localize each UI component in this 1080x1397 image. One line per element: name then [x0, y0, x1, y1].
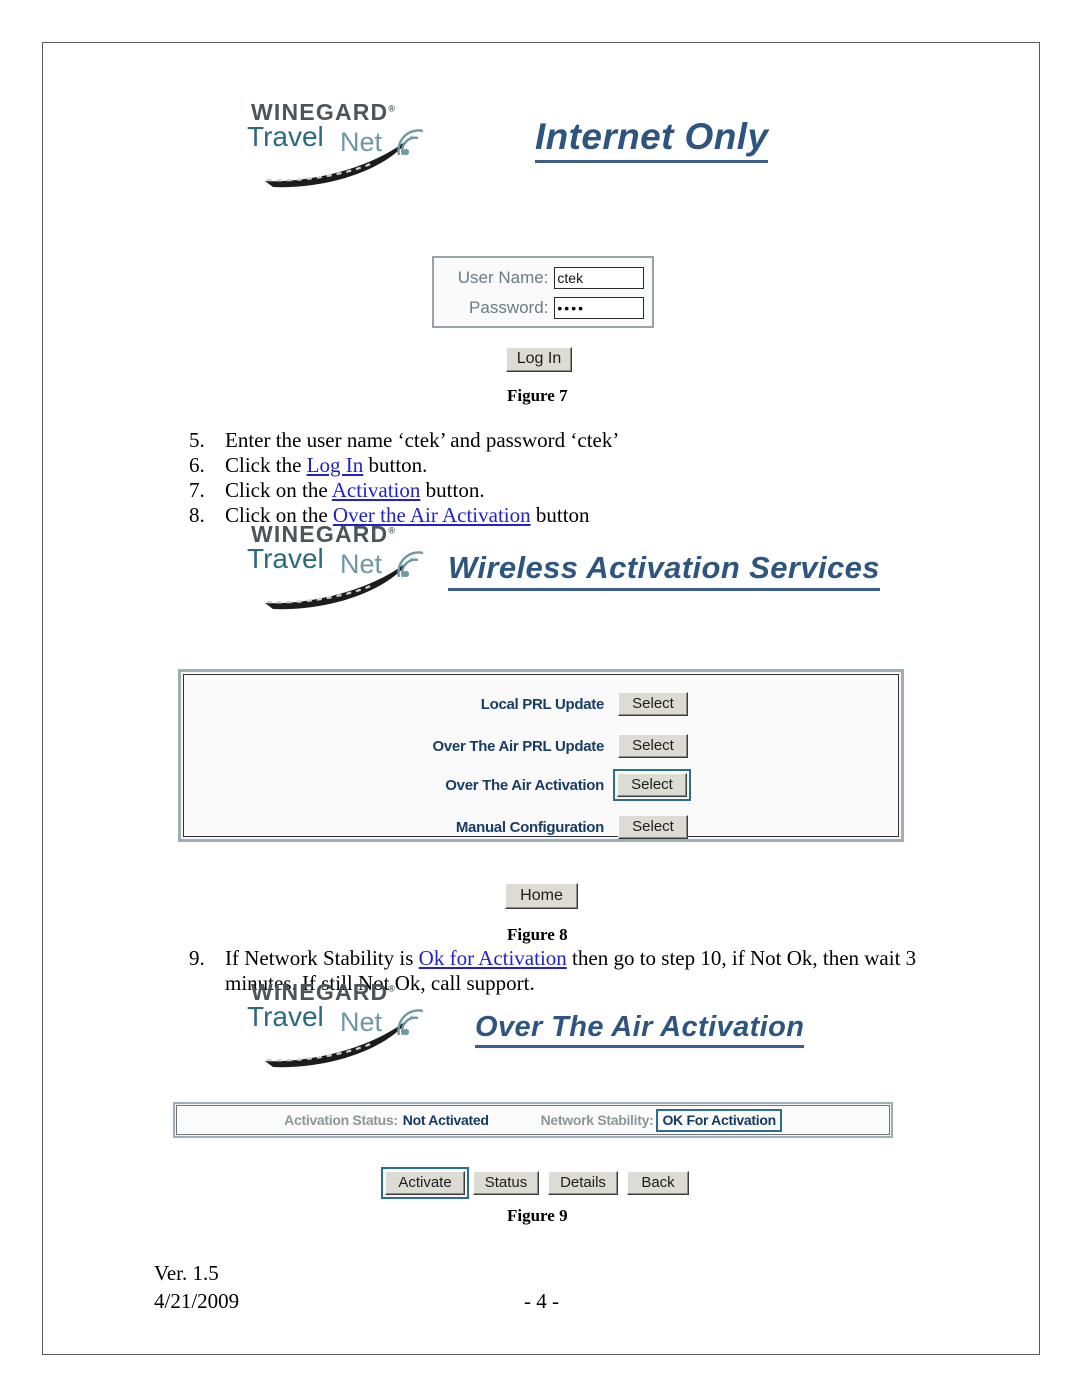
step-text-post: button. — [420, 478, 485, 502]
focus-highlight-box: Select — [613, 769, 691, 801]
step-link-log-in[interactable]: Log In — [307, 453, 364, 477]
network-stability-label: Network Stability: — [540, 1112, 654, 1128]
step-text-pre: If Network Stability is — [225, 946, 419, 970]
registered-mark-icon: ® — [388, 525, 396, 536]
option-row-over-the-air-activation: Over The Air Activation Select — [184, 769, 898, 801]
option-label: Over The Air PRL Update — [432, 737, 605, 755]
username-label: User Name: — [457, 268, 549, 287]
username-row: User Name: ctek — [442, 263, 644, 293]
option-row-manual-configuration: Manual Configuration Select — [184, 812, 898, 842]
select-button-local-prl-update[interactable]: Select — [618, 692, 688, 716]
step-number: 9. — [189, 946, 205, 970]
step-text: Click the Log In button. — [225, 453, 949, 478]
page-border: WINEGARD® Travel Net Internet Only User … — [42, 42, 1040, 1355]
activation-status-value: Not Activated — [402, 1112, 489, 1128]
instruction-list-1: 5. Enter the user name ‘ctek’ and passwo… — [189, 428, 949, 528]
step-text-post: button — [530, 503, 590, 527]
list-item: 7. Click on the Activation button. — [189, 478, 949, 503]
figure9-button-row: Activate Status Details Back — [381, 1167, 689, 1199]
password-masked-value: •••• — [557, 300, 586, 316]
winegard-travelnet-logo: WINEGARD® Travel Net — [243, 981, 433, 1068]
step-text: If Network Stability is Ok for Activatio… — [225, 946, 989, 971]
select-button-over-the-air-prl-update[interactable]: Select — [618, 734, 688, 758]
step-text-post: button. — [363, 453, 428, 477]
step-number: 6. — [189, 453, 205, 477]
figure8-caption: Figure 8 — [507, 925, 568, 944]
focus-highlight-box: Activate — [381, 1167, 469, 1199]
step-link-activation[interactable]: Activation — [332, 478, 421, 502]
password-input[interactable]: •••• — [554, 297, 644, 319]
step-number: 5. — [189, 428, 205, 452]
wireless-activation-options-panel: Local PRL Update Select Over The Air PRL… — [178, 669, 904, 842]
step-text: Enter the user name ‘ctek’ and password … — [225, 428, 949, 453]
step-text-pre: Click the — [225, 453, 307, 477]
list-item: 5. Enter the user name ‘ctek’ and passwo… — [189, 428, 949, 453]
home-button[interactable]: Home — [505, 883, 578, 909]
network-stability-value: OK For Activation — [656, 1108, 782, 1132]
wifi-signal-icon — [397, 129, 424, 156]
step-text-post: then go to step 10, if Not Ok, then wait… — [566, 946, 917, 970]
back-button[interactable]: Back — [627, 1171, 689, 1195]
page-number: - 4 - — [524, 1289, 559, 1313]
registered-mark-icon: ® — [388, 983, 396, 994]
login-form: User Name: ctek Password: •••• — [432, 256, 654, 328]
figure8-heading: Wireless Activation Services — [448, 551, 880, 591]
log-in-button[interactable]: Log In — [506, 347, 572, 372]
option-row-over-the-air-prl-update: Over The Air PRL Update Select — [184, 731, 898, 761]
step-text: Click on the Activation button. — [225, 478, 949, 503]
figure9-heading: Over The Air Activation — [475, 1012, 805, 1049]
activation-status-bar: Activation Status: Not Activated Network… — [173, 1102, 893, 1138]
registered-mark-icon: ® — [388, 103, 396, 114]
wifi-signal-icon — [397, 551, 424, 578]
step-text-pre: Enter the user name ‘ctek’ and password … — [225, 428, 620, 452]
activate-button[interactable]: Activate — [385, 1171, 465, 1195]
step-link-ok-for-activation[interactable]: Ok for Activation — [419, 946, 567, 970]
figure7-heading: Internet Only — [535, 117, 769, 163]
winegard-travelnet-logo: WINEGARD® Travel Net — [243, 101, 433, 188]
username-input[interactable]: ctek — [554, 267, 644, 289]
option-label: Over The Air Activation — [445, 776, 604, 794]
step-number: 7. — [189, 478, 205, 502]
document-version: Ver. 1.5 — [154, 1261, 219, 1285]
figure7-caption: Figure 7 — [507, 386, 568, 405]
step-text-pre: Click on the — [225, 478, 332, 502]
list-item: 6. Click the Log In button. — [189, 453, 949, 478]
step-number: 8. — [189, 503, 205, 527]
select-button-manual-configuration[interactable]: Select — [618, 815, 688, 839]
select-button-over-the-air-activation[interactable]: Select — [617, 773, 687, 797]
option-label: Local PRL Update — [480, 695, 605, 713]
winegard-travelnet-logo: WINEGARD® Travel Net — [243, 523, 433, 610]
wifi-signal-icon — [397, 1009, 424, 1036]
figure9-caption: Figure 9 — [507, 1206, 568, 1225]
list-item: 9. If Network Stability is Ok for Activa… — [189, 946, 989, 971]
details-button[interactable]: Details — [548, 1171, 618, 1195]
password-label: Password: — [469, 298, 549, 317]
status-button[interactable]: Status — [473, 1171, 539, 1195]
password-row: Password: •••• — [442, 293, 644, 323]
document-date: 4/21/2009 — [154, 1289, 240, 1313]
option-row-local-prl-update: Local PRL Update Select — [184, 689, 898, 719]
option-label: Manual Configuration — [455, 818, 604, 836]
activation-status-label: Activation Status: — [284, 1112, 398, 1128]
